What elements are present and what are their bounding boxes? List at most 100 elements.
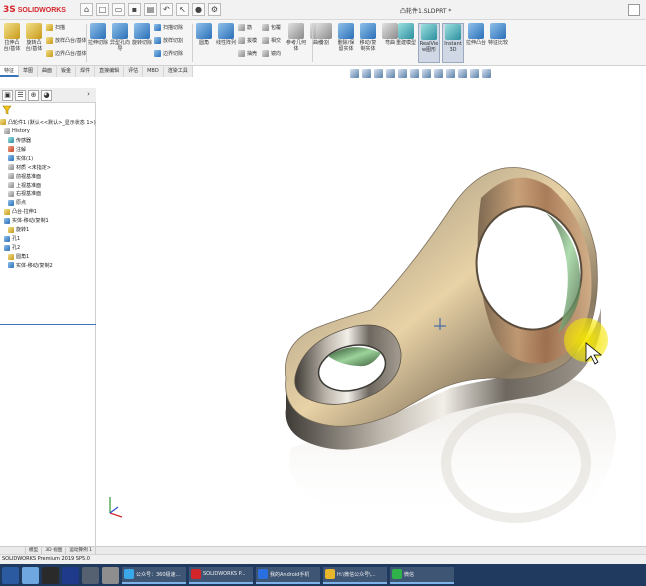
loft-cut-button[interactable]: 放样切割 [154, 37, 183, 44]
draft-button[interactable]: 拔模 [238, 37, 257, 44]
tree-item-top-plane[interactable]: 上视基准面 [0, 181, 96, 190]
tab-surfaces[interactable]: 曲面 [38, 66, 58, 77]
edit-appearance-icon[interactable] [446, 69, 455, 78]
mirror-button[interactable]: 镜向 [262, 50, 281, 57]
tab-features[interactable]: 特征 [0, 66, 20, 77]
tab-3d-views[interactable]: 3D 视图 [42, 547, 67, 554]
zoom-to-fit-icon[interactable] [350, 69, 359, 78]
undo-icon[interactable]: ↶ [160, 3, 173, 16]
previous-view-icon[interactable] [374, 69, 383, 78]
rib-button[interactable]: 筋 [238, 24, 252, 31]
chevron-right-icon[interactable]: › [83, 90, 94, 101]
loft-button[interactable]: 放样凸台/基体 [46, 37, 87, 44]
tree-item-extrude-boss[interactable]: 凸台-拉伸1 [0, 207, 96, 216]
save-icon[interactable]: ▪ [128, 3, 141, 16]
extrude-button[interactable]: 拉伸凸台 [466, 23, 486, 46]
tree-item-annotations[interactable]: 注解 [0, 145, 96, 154]
revolve-boss-button[interactable]: 旋转凸台/基体 [24, 23, 44, 52]
tree-item-origin[interactable]: 原点 [0, 198, 96, 207]
oc-app-icon[interactable] [42, 566, 59, 584]
intersect-button[interactable]: 相交 [262, 37, 281, 44]
taskbar-app-folder[interactable]: H:\微信公众号\... [323, 566, 387, 584]
tree-item-sensors[interactable]: 传感器 [0, 136, 96, 145]
tab-evaluate[interactable]: 评估 [124, 66, 144, 77]
app-icon[interactable] [82, 566, 99, 584]
taskbar-app-solidworks[interactable]: SOLIDWORKS P... [189, 566, 253, 584]
tab-direct-editing[interactable]: 直接编辑 [95, 66, 125, 77]
feature-manager-tab-icon[interactable]: ▣ [2, 90, 13, 101]
tree-item-fillet[interactable]: 圆角1 [0, 252, 96, 261]
tree-item-history[interactable]: History [0, 127, 96, 136]
shell-button[interactable]: 抽壳 [238, 50, 257, 57]
extrude-cut-button[interactable]: 拉伸切除 [88, 23, 108, 46]
monitor-icon[interactable] [482, 69, 491, 78]
print-icon[interactable]: ▤ [144, 3, 157, 16]
tree-item-move-body-1[interactable]: 实体-移动/复制1 [0, 216, 96, 225]
home-icon[interactable]: ⌂ [80, 3, 93, 16]
dynamic-annotation-icon[interactable] [398, 69, 407, 78]
filter-icon[interactable] [2, 105, 12, 115]
cam-part-model[interactable] [96, 78, 646, 546]
app-logo[interactable]: 3S SOLIDWORKS [3, 3, 66, 17]
photoshop-icon[interactable] [62, 566, 79, 584]
apply-scene-icon[interactable] [458, 69, 467, 78]
boundary-cut-button[interactable]: 边界切除 [154, 50, 183, 57]
display-style-icon[interactable] [422, 69, 431, 78]
wrap-button[interactable]: 包覆 [262, 24, 281, 31]
tree-item-material[interactable]: 材质 <未指定> [0, 163, 96, 172]
linear-pattern-button[interactable]: 线性阵列 [216, 23, 236, 46]
reference-geometry-button[interactable]: 参考几何体 [286, 23, 306, 52]
tree-root-part[interactable]: 凸轮件1 (默认<<默认>_显示状态 1>) [0, 118, 96, 127]
open-icon[interactable]: ▭ [112, 3, 125, 16]
tree-item-solid-bodies[interactable]: 实体(1) [0, 154, 96, 163]
revolve-cut-button[interactable]: 旋转切除 [132, 23, 152, 46]
taskbar-app-wechat[interactable]: 微信 [390, 566, 454, 584]
options-icon[interactable]: ⚙ [208, 3, 221, 16]
tree-item-front-plane[interactable]: 前视基准面 [0, 172, 96, 181]
start-icon[interactable] [2, 566, 19, 584]
extrude-boss-button[interactable]: 拉伸凸台/基体 [2, 23, 22, 52]
tab-weldments[interactable]: 焊件 [76, 66, 96, 77]
zoom-to-area-icon[interactable] [362, 69, 371, 78]
app-icon-2[interactable] [102, 566, 119, 584]
tab-model[interactable]: 模型 [26, 547, 43, 554]
tab-mbd[interactable]: MBD [143, 66, 164, 77]
tree-item-right-plane[interactable]: 右视基准面 [0, 190, 96, 199]
rebuild-icon[interactable]: ● [192, 3, 205, 16]
network-app-icon[interactable] [22, 566, 39, 584]
delete-keep-body-button[interactable]: 删除/保留实体 [336, 23, 356, 52]
tab-motion-study[interactable]: 运动算例 1 [66, 547, 97, 554]
taskbar-app-browser[interactable]: 公众号：360极速... [122, 566, 186, 584]
hole-wizard-button[interactable]: 异型孔向导 [110, 23, 130, 52]
tree-item-move-body-2[interactable]: 实体-移动/复制2 [0, 261, 96, 270]
view-orientation-icon[interactable] [410, 69, 419, 78]
display-manager-tab-icon[interactable]: ◕ [41, 90, 52, 101]
tree-item-hole-1[interactable]: 孔1 [0, 234, 96, 243]
rollback-bar[interactable] [0, 324, 96, 325]
configuration-manager-tab-icon[interactable]: ⊕ [28, 90, 39, 101]
instant3d-button[interactable]: Instant3D [442, 23, 464, 63]
view-settings-icon[interactable] [470, 69, 479, 78]
move-copy-body-button[interactable]: 移动/复制实体 [358, 23, 378, 52]
compare-button[interactable]: 特征比较 [488, 23, 508, 46]
split-button[interactable]: 分割 [314, 23, 334, 46]
fillet-button[interactable]: 圆角 [194, 23, 214, 46]
taskbar-app-phone[interactable]: 我的Android手机 [256, 566, 320, 584]
hide-show-items-icon[interactable] [434, 69, 443, 78]
search-icon[interactable] [628, 4, 640, 16]
tree-item-revolve[interactable]: 旋转1 [0, 225, 96, 234]
sweep-cut-button[interactable]: 扫描切除 [154, 24, 183, 31]
section-view-icon[interactable] [386, 69, 395, 78]
boundary-boss-button[interactable]: 边界凸台/基体 [46, 50, 87, 57]
rebuild-button[interactable]: 重建模型 [396, 23, 416, 46]
tree-item-hole-2[interactable]: 孔2 [0, 243, 96, 252]
tab-sheet-metal[interactable]: 钣金 [57, 66, 77, 77]
tab-scroll-arrows[interactable] [0, 547, 26, 554]
select-icon[interactable]: ↖ [176, 3, 189, 16]
property-manager-tab-icon[interactable]: ☰ [15, 90, 26, 101]
tab-render-tools[interactable]: 渲染工具 [163, 66, 193, 77]
new-document-icon[interactable]: □ [96, 3, 109, 16]
tab-sketch[interactable]: 草图 [19, 66, 39, 77]
sweep-button[interactable]: 扫描 [46, 24, 65, 31]
realview-button[interactable]: RealView图形 [418, 23, 440, 63]
